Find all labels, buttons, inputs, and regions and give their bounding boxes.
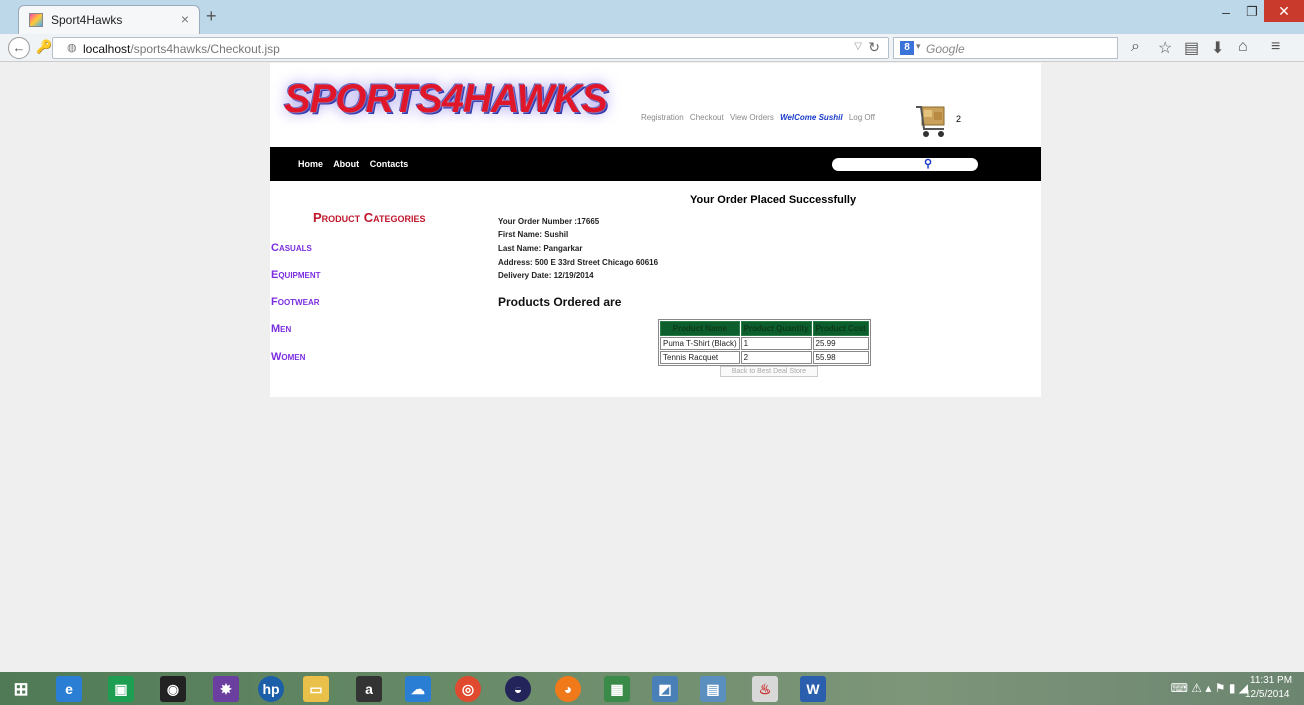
order-number: Your Order Number :17665 [498,217,600,226]
bookmark-star-icon[interactable]: ☆ [1158,38,1172,58]
system-tray[interactable]: ⌨ ⚠ ▴ ⚑ ▮ ◢ [1171,681,1248,695]
table-row: Puma T-Shirt (Black) 1 25.99 [660,337,869,350]
taskbar: ⊞ e ▣ ◉ ✸ hp ▭ a ☁ ◎ ◒ ◕ ▦ ◩ ▤ ♨ W ⌨ ⚠ ▴… [0,672,1304,705]
column-header: Product Cost [812,321,869,336]
amazon-icon[interactable]: a [356,676,382,702]
java-icon[interactable]: ♨ [752,676,778,702]
home-link[interactable]: Home [298,159,323,169]
camera-app-icon[interactable]: ◉ [160,676,186,702]
order-table: Product Name Product Quantity Product Co… [658,319,871,366]
site-search-input[interactable]: ⚲ [832,158,978,171]
category-casuals[interactable]: Casuals [271,242,312,254]
url-text: localhost/sports4hawks/Checkout.jsp [83,42,280,56]
order-confirmation-title: Your Order Placed Successfully [690,194,857,206]
onedrive-icon[interactable]: ☁ [405,676,431,702]
page-content: SPORTS4HAWKS Registration Checkout View … [270,63,1041,397]
product-qty-cell: 1 [740,337,812,350]
store-icon[interactable]: ▣ [108,676,134,702]
image-viewer-icon[interactable]: ▦ [604,676,630,702]
site-logo[interactable]: SPORTS4HAWKS [284,77,608,139]
chrome-icon[interactable]: ◎ [455,676,481,702]
search-engine-icon[interactable]: 8 [900,41,914,55]
categories-title: Product Categories [313,210,426,225]
word-icon[interactable]: W [800,676,826,702]
about-link[interactable]: About [333,159,359,169]
new-tab-button[interactable]: + [206,6,217,27]
browser-tab-bar: Sport4Hawks × + – ❐ ✕ [0,0,1304,34]
shopping-cart-icon[interactable] [914,103,948,139]
minimize-button[interactable]: – [1214,4,1238,24]
search-bar[interactable]: 8 ▾ Google [893,37,1118,59]
registration-link[interactable]: Registration [641,113,684,122]
search-icon[interactable]: ⚲ [924,157,932,170]
url-bar[interactable]: ◍ localhost/sports4hawks/Checkout.jsp ▽ … [52,37,889,59]
first-name: First Name: Sushil [498,230,569,239]
category-footwear[interactable]: Footwear [271,296,320,308]
close-window-button[interactable]: ✕ [1264,0,1304,22]
search-placeholder: Google [926,42,965,56]
internet-explorer-icon[interactable]: e [56,676,82,702]
welcome-text: WelCome Sushil [780,113,843,122]
products-ordered-title: Products Ordered are [498,295,622,309]
photo-app-icon[interactable]: ✸ [213,676,239,702]
product-cost-cell: 25.99 [812,337,869,350]
checkout-link[interactable]: Checkout [690,113,724,122]
product-cost-cell: 55.98 [812,351,869,364]
logoff-link[interactable]: Log Off [849,113,875,122]
category-women[interactable]: Women [271,351,305,363]
table-row: Tennis Racquet 2 55.98 [660,351,869,364]
product-name-cell: Tennis Racquet [660,351,740,364]
file-explorer-icon[interactable]: ▭ [303,676,329,702]
browser-tab[interactable]: Sport4Hawks × [18,5,200,34]
browser-nav-bar: ← 🔑 ◍ localhost/sports4hawks/Checkout.js… [0,34,1304,62]
cart-count: 2 [956,114,962,124]
contacts-link[interactable]: Contacts [370,159,409,169]
column-header: Product Quantity [740,321,812,336]
firefox-icon[interactable]: ◕ [555,676,581,702]
back-to-store-button[interactable]: Back to Best Deal Store [720,366,818,377]
category-equipment[interactable]: Equipment [271,269,321,281]
restore-button[interactable]: ❐ [1240,4,1264,24]
top-nav: Registration Checkout View Orders WelCom… [641,113,879,122]
column-header: Product Name [660,321,740,336]
globe-icon: ◍ [67,42,77,54]
view-orders-link[interactable]: View Orders [730,113,774,122]
favicon-icon [29,13,43,27]
download-icon[interactable]: ⬇ [1211,38,1224,58]
hp-icon[interactable]: hp [258,676,284,702]
product-qty-cell: 2 [740,351,812,364]
delivery-date: Delivery Date: 12/19/2014 [498,271,594,280]
site-menu-bar: Home About Contacts ⚲ [270,147,1041,181]
close-tab-icon[interactable]: × [181,11,189,27]
reload-icon[interactable]: ↻ [868,39,880,56]
clock-time[interactable]: 11:31 PM [1250,675,1292,686]
address: Address: 500 E 33rd Street Chicago 60616 [498,258,659,267]
bookmarks-icon[interactable]: ▤ [1184,38,1199,58]
menu-icon[interactable]: ≡ [1271,38,1280,56]
eclipse-icon[interactable]: ◒ [505,676,531,702]
back-button[interactable]: ← [8,37,30,59]
identity-icon[interactable]: 🔑 [36,39,52,55]
category-men[interactable]: Men [271,323,291,335]
last-name: Last Name: Pangarkar [498,244,583,253]
document-viewer-icon[interactable]: ▤ [700,676,726,702]
home-icon[interactable]: ⌂ [1238,38,1248,56]
windows-start-icon[interactable]: ⊞ [8,676,34,702]
url-dropdown-icon[interactable]: ▽ [854,41,862,52]
notes-app-icon[interactable]: ◩ [652,676,678,702]
search-icon[interactable]: ⌕ [1131,38,1140,56]
chevron-down-icon[interactable]: ▾ [916,41,921,52]
product-name-cell: Puma T-Shirt (Black) [660,337,740,350]
tab-title: Sport4Hawks [51,13,123,27]
clock-date[interactable]: 12/5/2014 [1245,689,1290,700]
